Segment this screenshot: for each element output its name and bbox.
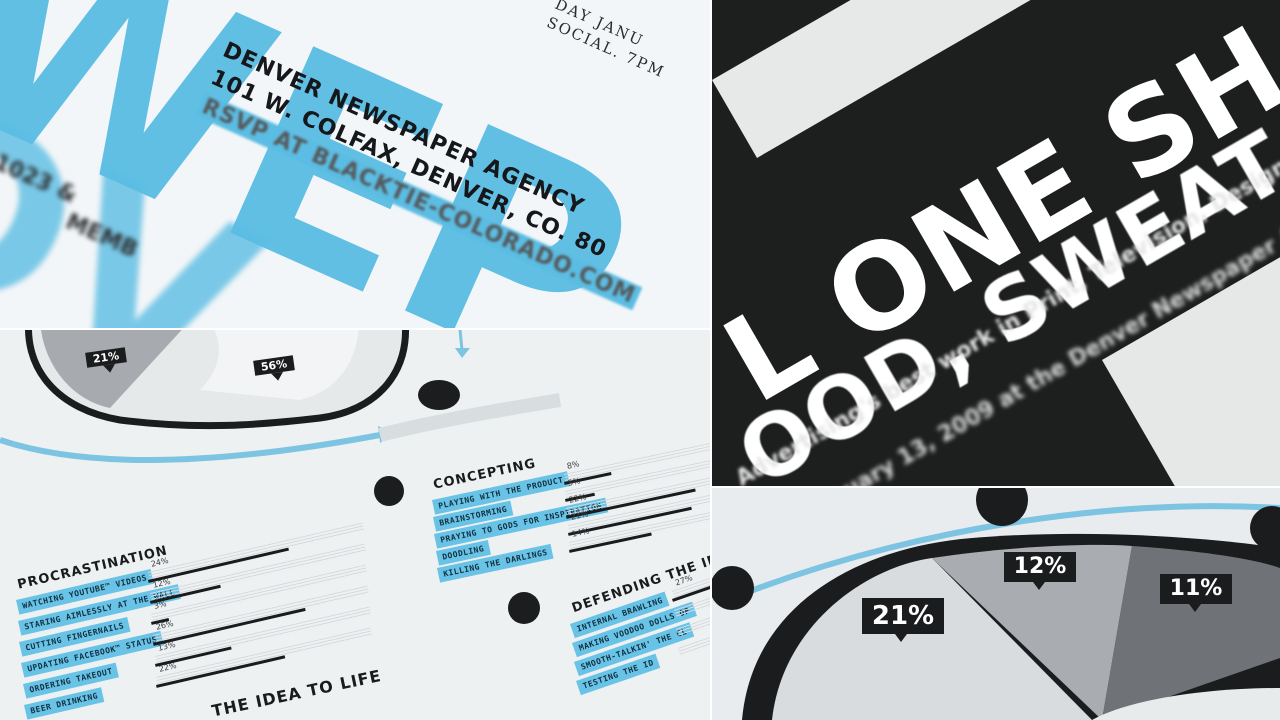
photo-collage: WEP DV DAY JANU SOCIAL. 7PM DENVER NEWSP… (0, 0, 1280, 720)
pie-label: 21% (862, 598, 944, 642)
lightbulb-icon (374, 476, 404, 506)
pie-label: 11% (1160, 574, 1232, 612)
pie-label: 12% (1004, 552, 1076, 590)
pie-closeup-panel: 21% 12% 11% (712, 488, 1280, 720)
panel-divider (712, 486, 1280, 488)
poster-headline-panel: L ONE SH OOD, SWEAT, AND Advertising's b… (712, 0, 1280, 486)
poster-date-lines: DAY JANU SOCIAL. 7PM (544, 0, 668, 82)
panel-divider (710, 0, 712, 720)
lightbulb-icon (418, 380, 460, 410)
poster-address-panel: WEP DV DAY JANU SOCIAL. 7PM DENVER NEWSP… (0, 0, 710, 328)
panel-divider (0, 328, 710, 330)
voodoo-doll-icon (508, 592, 540, 624)
infographic-bars-panel: 21% 56% PROCRASTINATION WATCHING YOUTUBE™… (0, 330, 710, 720)
